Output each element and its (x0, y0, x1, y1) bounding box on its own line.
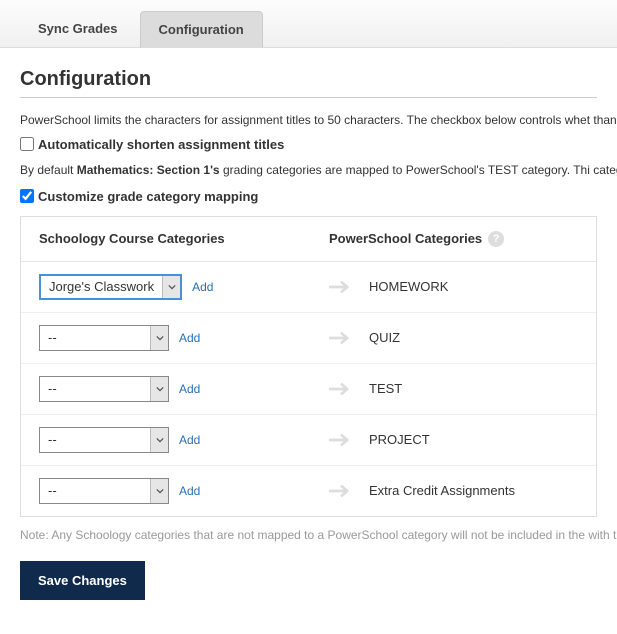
shorten-titles-checkbox[interactable] (20, 137, 34, 151)
tab-configuration[interactable]: Configuration (140, 11, 263, 48)
add-category-link[interactable]: Add (179, 382, 200, 396)
header-powerschool: PowerSchool Categories ? (329, 231, 578, 247)
customize-mapping-label: Customize grade category mapping (38, 189, 258, 204)
category-select-value: -- (40, 377, 150, 401)
category-select-value: -- (40, 326, 150, 350)
arrow-right-icon (329, 280, 351, 294)
mapping-note: Note: Any Schoology categories that are … (20, 527, 597, 544)
arrow-right-icon (329, 484, 351, 498)
category-select[interactable]: -- (39, 427, 169, 453)
chevron-down-icon[interactable] (150, 326, 168, 350)
add-category-link[interactable]: Add (179, 331, 200, 345)
category-select-value: -- (40, 428, 150, 452)
add-category-link[interactable]: Add (192, 280, 213, 294)
chevron-down-icon[interactable] (150, 479, 168, 503)
mapping-header: Schoology Course Categories PowerSchool … (21, 217, 596, 262)
add-category-link[interactable]: Add (179, 433, 200, 447)
category-select[interactable]: Jorge's Classwork (39, 274, 182, 300)
category-select[interactable]: -- (39, 325, 169, 351)
chevron-down-icon[interactable] (150, 428, 168, 452)
help-icon[interactable]: ? (488, 231, 504, 247)
arrow-right-icon (329, 382, 351, 396)
powerschool-category: TEST (369, 381, 402, 396)
mapping-row: -- Add Extra Credit Assignments (21, 466, 596, 516)
mapping-row: Jorge's Classwork Add HOMEWORK (21, 262, 596, 313)
shorten-titles-label: Automatically shorten assignment titles (38, 137, 284, 152)
description-powerschool-limit: PowerSchool limits the characters for as… (20, 112, 597, 129)
arrow-right-icon (329, 331, 351, 345)
category-select-value: Jorge's Classwork (41, 276, 162, 298)
chevron-down-icon[interactable] (162, 276, 180, 298)
customize-mapping-row[interactable]: Customize grade category mapping (20, 189, 597, 204)
category-select[interactable]: -- (39, 478, 169, 504)
powerschool-category: HOMEWORK (369, 279, 448, 294)
shorten-titles-row[interactable]: Automatically shorten assignment titles (20, 137, 597, 152)
mapping-row: -- Add PROJECT (21, 415, 596, 466)
header-schoology: Schoology Course Categories (39, 231, 329, 246)
category-select-value: -- (40, 479, 150, 503)
powerschool-category: PROJECT (369, 432, 430, 447)
chevron-down-icon[interactable] (150, 377, 168, 401)
category-select[interactable]: -- (39, 376, 169, 402)
tab-sync-grades[interactable]: Sync Grades (20, 11, 136, 48)
powerschool-category: QUIZ (369, 330, 400, 345)
description-default-mapping: By default Mathematics: Section 1's grad… (20, 162, 597, 179)
mapping-table: Schoology Course Categories PowerSchool … (20, 216, 597, 517)
mapping-row: -- Add QUIZ (21, 313, 596, 364)
save-changes-button[interactable]: Save Changes (20, 561, 145, 600)
mapping-row: -- Add TEST (21, 364, 596, 415)
customize-mapping-checkbox[interactable] (20, 189, 34, 203)
content-area: Configuration PowerSchool limits the cha… (0, 48, 617, 620)
arrow-right-icon (329, 433, 351, 447)
tabs-bar: Sync Grades Configuration (0, 0, 617, 48)
powerschool-category: Extra Credit Assignments (369, 483, 515, 498)
page-title: Configuration (20, 68, 597, 98)
add-category-link[interactable]: Add (179, 484, 200, 498)
